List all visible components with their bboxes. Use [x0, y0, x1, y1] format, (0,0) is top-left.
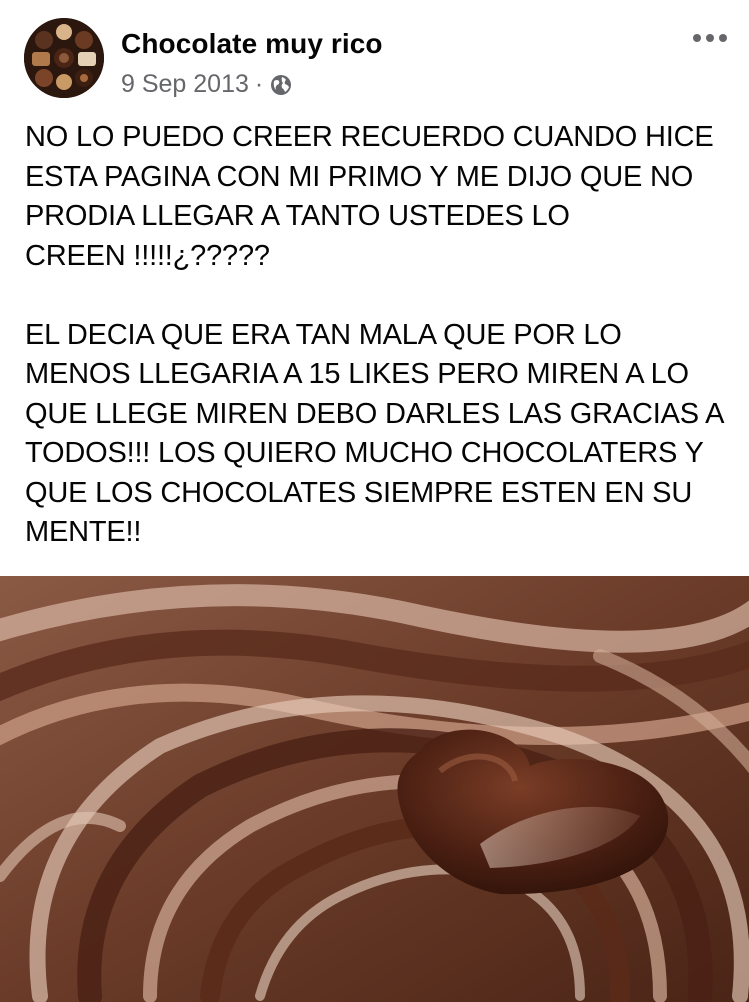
- more-options-icon: [693, 34, 727, 42]
- page-avatar[interactable]: [24, 18, 104, 98]
- chocolate-heart-photo: [0, 576, 749, 1002]
- post-date[interactable]: 9 Sep 2013: [121, 70, 249, 99]
- post-text: NO LO PUEDO CREER RECUERDO CUANDO HICE E…: [25, 121, 725, 548]
- more-options-button[interactable]: [688, 22, 732, 54]
- globe-icon[interactable]: [269, 73, 293, 97]
- post-photo[interactable]: [0, 576, 749, 1002]
- post-meta: 9 Sep 2013 ·: [121, 70, 293, 99]
- page-name-link[interactable]: Chocolate muy rico: [121, 28, 383, 60]
- post-card: Chocolate muy rico 9 Sep 2013 · NO LO PU…: [0, 0, 749, 1002]
- meta-separator: ·: [254, 70, 264, 98]
- chocolate-box-icon: [24, 18, 104, 98]
